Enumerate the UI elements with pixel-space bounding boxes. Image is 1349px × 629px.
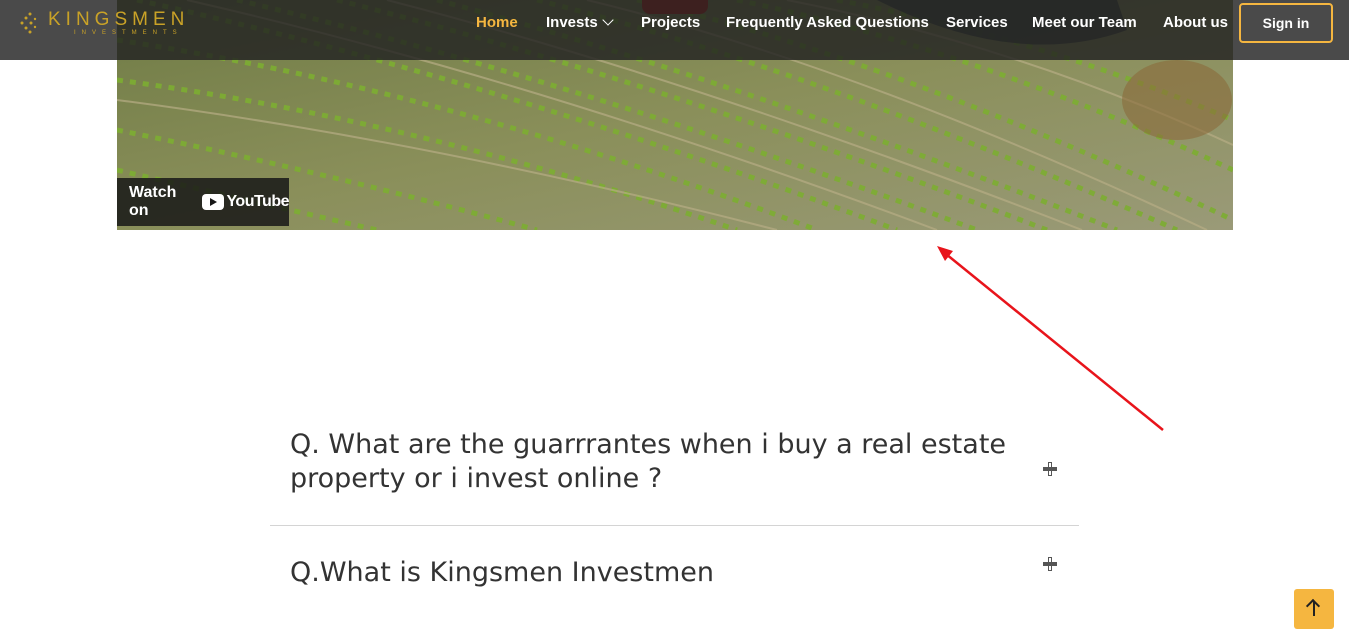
- nav-about-us[interactable]: About us: [1163, 14, 1228, 31]
- logo-mark-icon: [20, 12, 37, 34]
- nav-invests-label: Invests: [546, 14, 598, 31]
- sign-in-button[interactable]: Sign in: [1239, 3, 1333, 43]
- logo-tagline: INVESTMENTS: [74, 30, 183, 36]
- nav-invests[interactable]: Invests: [546, 14, 614, 31]
- watch-on-youtube-button[interactable]: Watch on YouTube: [117, 178, 289, 226]
- arrow-up-stem: [1313, 602, 1315, 616]
- nav-home[interactable]: Home: [476, 14, 518, 31]
- nav-projects[interactable]: Projects: [641, 14, 700, 31]
- kingsmen-logo[interactable]: KINGSMEN INVESTMENTS: [18, 8, 184, 40]
- faq-divider: [270, 525, 1079, 526]
- faq-item[interactable]: Q.What is Kingsmen Investmen: [270, 553, 1079, 613]
- youtube-wordmark: YouTube: [226, 193, 289, 210]
- plus-icon[interactable]: [1043, 462, 1057, 476]
- faq-question: Q.What is Kingsmen Investmen: [290, 557, 714, 588]
- nav-faq[interactable]: Frequently Asked Questions: [726, 14, 929, 31]
- faq-item[interactable]: Q. What are the guarrrantes when i buy a…: [270, 425, 1079, 525]
- youtube-play-icon: [202, 194, 225, 210]
- chevron-down-icon: [602, 14, 614, 26]
- nav-meet-our-team[interactable]: Meet our Team: [1032, 14, 1137, 31]
- watch-on-label: Watch on: [129, 184, 177, 219]
- top-navbar: KINGSMEN INVESTMENTS Home Invests Projec…: [0, 0, 1349, 60]
- plus-icon[interactable]: [1043, 557, 1057, 571]
- youtube-logo: YouTube: [202, 193, 289, 211]
- nav-services[interactable]: Services: [946, 14, 1008, 31]
- faq-question: Q. What are the guarrrantes when i buy a…: [290, 429, 1007, 494]
- back-to-top-button[interactable]: [1294, 589, 1334, 629]
- logo-name: KINGSMEN: [48, 9, 190, 30]
